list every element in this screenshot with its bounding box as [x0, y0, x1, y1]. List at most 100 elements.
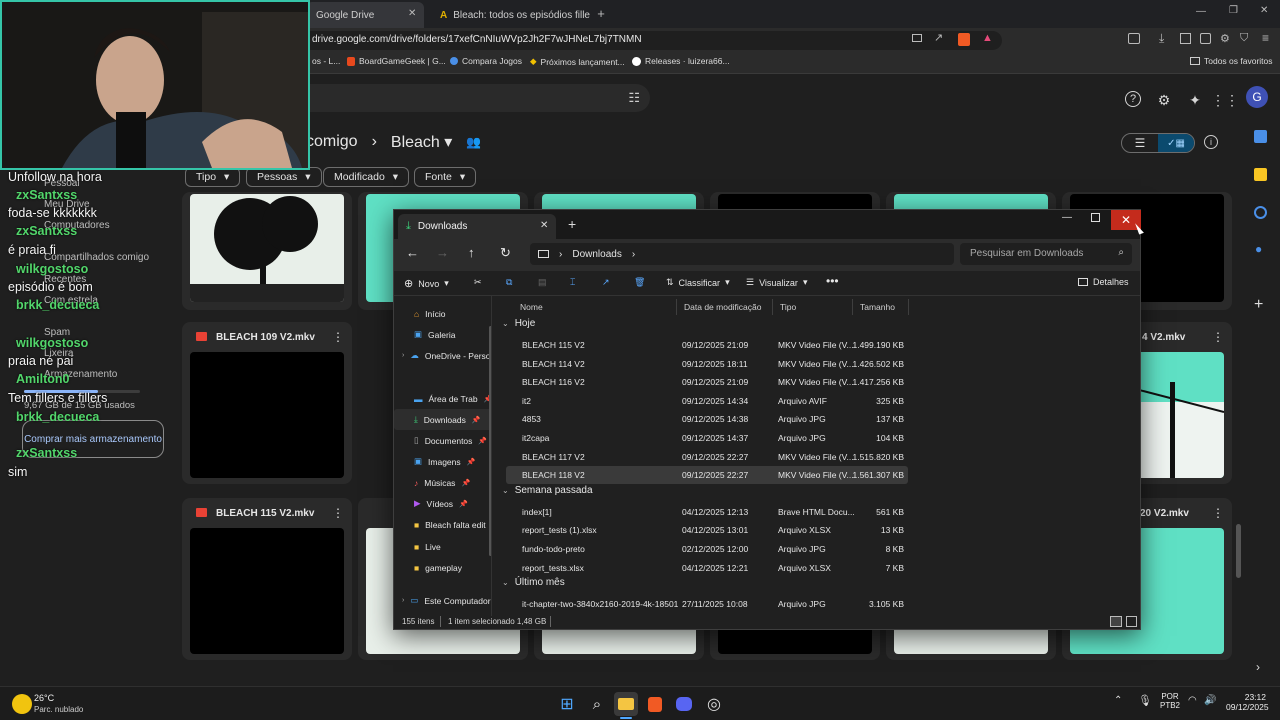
new-tab-icon[interactable]: + [568, 216, 576, 232]
file-card[interactable]: BLEACH 109 V2.mkv ⋮ [182, 322, 352, 484]
nav-item-downloads[interactable]: ⤓ Downloads 📌 [394, 409, 491, 430]
tiles-view-icon[interactable] [1126, 616, 1137, 627]
file-card[interactable] [182, 192, 352, 310]
file-row[interactable]: ▲BLEACH 118 V209/12/2025 22:27MKV Video … [506, 466, 908, 485]
settings-icon[interactable]: ⚙ [1154, 90, 1174, 110]
tab-close-icon[interactable]: ✕ [540, 220, 548, 231]
share-icon[interactable]: ↗ [934, 31, 943, 44]
address-segment[interactable]: Downloads [572, 249, 621, 260]
file-row[interactable]: ▲BLEACH 117 V209/12/2025 22:27MKV Video … [506, 448, 908, 466]
nav-item-music[interactable]: ♪ Músicas 📌 [394, 472, 491, 493]
download-icon[interactable]: ⤓ [1159, 31, 1164, 46]
explorer-address-bar[interactable]: › Downloads › [530, 243, 954, 265]
obs-icon[interactable]: ◎ [702, 692, 726, 716]
more-icon[interactable]: ••• [826, 274, 839, 288]
group-header[interactable]: ⌄ Semana passada [502, 485, 593, 496]
new-tab-icon[interactable]: + [594, 6, 608, 21]
share-icon[interactable]: ↗ [602, 277, 610, 288]
nav-item-onedrive[interactable]: › ☁ OneDrive - Perso [394, 345, 491, 366]
sidebar-icon[interactable] [1180, 33, 1191, 44]
input-language[interactable]: POR PTB2 [1160, 692, 1180, 710]
nav-item-home[interactable]: ⌂ Início [394, 303, 491, 324]
gemini-icon[interactable]: ✦ [1185, 90, 1205, 110]
filter-modified[interactable]: Modificado ▾ [323, 167, 410, 187]
column-divider[interactable] [908, 299, 909, 315]
explorer-tab-downloads[interactable]: ⤓ Downloads ✕ [398, 214, 556, 239]
close-icon[interactable]: ✕ [1260, 5, 1268, 16]
wallet-icon[interactable] [1200, 33, 1211, 44]
group-header[interactable]: ⌄ Último mês [502, 577, 565, 588]
more-options-icon[interactable]: ⋮ [332, 330, 344, 344]
new-button[interactable]: ⊕ Novo ▾ [404, 277, 449, 290]
bookmark-5[interactable]: Releases · luizera66... [632, 56, 730, 66]
clock[interactable]: 23:12 09/12/2025 [1226, 692, 1269, 712]
more-options-icon[interactable]: ⋮ [1212, 330, 1224, 344]
all-favorites[interactable]: Todos os favoritos [1190, 56, 1273, 66]
nav-item-gallery[interactable]: ▣ Galeria [394, 324, 491, 345]
more-options-icon[interactable]: ⋮ [1212, 506, 1224, 520]
start-icon[interactable]: ⊞ [555, 692, 579, 716]
file-row[interactable]: it2 09/12/2025 14:34 Arquivo AVIF 325 KB [506, 392, 908, 410]
bookmark-1[interactable]: os - L... [312, 56, 340, 66]
file-row[interactable]: 4853 09/12/2025 14:38 Arquivo JPG 137 KB [506, 410, 908, 428]
file-explorer-icon[interactable] [614, 692, 638, 716]
file-row[interactable]: ▲BLEACH 114 V209/12/2025 18:11MKV Video … [506, 355, 908, 373]
weather-temp[interactable]: 26°C [34, 693, 54, 703]
explorer-search[interactable]: Pesquisar em Downloads ⌕ [960, 243, 1132, 265]
reader-icon[interactable] [1128, 33, 1140, 44]
chevron-up-icon[interactable]: ⌃ [1114, 695, 1122, 706]
breadcrumb-current[interactable]: Bleach ▾ [391, 132, 452, 152]
tab-close-icon[interactable]: ✕ [408, 8, 416, 19]
file-row[interactable]: report_tests.xlsx 04/12/2025 12:21 Arquivo… [506, 559, 908, 577]
file-row[interactable]: it2capa 09/12/2025 14:37 Arquivo JPG 104 KB [506, 429, 908, 447]
column-divider[interactable] [772, 299, 773, 315]
view-toggle[interactable]: ☰ ✓▦ [1121, 133, 1195, 153]
brave-icon[interactable] [643, 692, 667, 716]
group-header[interactable]: ⌄ Hoje [502, 318, 535, 329]
up-icon[interactable]: ↑ [468, 245, 475, 260]
file-row[interactable]: it-chapter-two-3840x2160-2019-4k-18501 27… [506, 595, 908, 613]
nav-item-videos[interactable]: ▶ Vídeos 📌 [394, 493, 491, 514]
column-header-name[interactable]: Nome [520, 302, 543, 312]
leo-icon[interactable]: ⚙ [1220, 32, 1230, 45]
restore-icon[interactable]: ❐ [1229, 5, 1238, 16]
delete-icon[interactable]: 🗑 [634, 277, 645, 288]
contacts-icon[interactable]: ● [1255, 242, 1262, 256]
filter-people[interactable]: Pessoas ▾ [246, 167, 322, 187]
weather-desc[interactable]: Parc. nublado [34, 705, 83, 714]
minimize-icon[interactable]: — [1062, 212, 1072, 223]
column-divider[interactable] [852, 299, 853, 315]
minimize-icon[interactable]: — [1196, 6, 1206, 17]
grid-view-icon[interactable]: ✓▦ [1158, 134, 1194, 152]
maximize-icon[interactable] [1091, 213, 1100, 222]
add-addon-icon[interactable]: + [1254, 296, 1263, 314]
file-row[interactable]: ▲BLEACH 115 V209/12/2025 21:09MKV Video … [506, 336, 908, 354]
microphone-icon[interactable]: 🎙 [1138, 694, 1152, 707]
file-row[interactable]: report_tests (1).xlsx 04/12/2025 13:01 Arq… [506, 521, 908, 539]
nav-item-folder[interactable]: ■ Bleach falta edit [394, 514, 491, 535]
nav-scrollbar[interactable] [489, 326, 491, 556]
keep-icon[interactable] [1254, 168, 1267, 181]
bookmark-4[interactable]: ◆ Próximos lançament... [530, 56, 625, 67]
copy-icon[interactable]: ⧉ [506, 277, 512, 288]
rename-icon[interactable]: ⌶ [570, 277, 575, 288]
list-view-icon[interactable]: ☰ [1122, 134, 1158, 152]
breadcrumb-parent[interactable]: comigo [306, 133, 358, 151]
apps-grid-icon[interactable]: ⋮⋮ [1211, 90, 1239, 110]
vpn-icon[interactable]: ⛉ [1240, 32, 1248, 45]
volume-icon[interactable]: 🔊 [1204, 695, 1216, 706]
filter-type[interactable]: Tipo ▾ [185, 167, 241, 187]
cut-icon[interactable]: ✂ [474, 277, 482, 288]
column-header-size[interactable]: Tamanho [860, 302, 895, 312]
rewards-icon[interactable]: ▲ [982, 32, 993, 44]
file-card[interactable]: BLEACH 115 V2.mkv ⋮ [182, 498, 352, 660]
file-row[interactable]: ▲BLEACH 116 V209/12/2025 21:09MKV Video … [506, 373, 908, 391]
discord-icon[interactable] [672, 692, 696, 716]
column-divider[interactable] [676, 299, 677, 315]
details-button[interactable]: Detalhes [1078, 277, 1129, 287]
bookmark-2[interactable]: BoardGameGeek | G... [347, 56, 446, 66]
nav-item-folder[interactable]: ■ Live [394, 536, 491, 557]
forward-icon[interactable]: → [436, 245, 449, 260]
tasks-icon[interactable] [1254, 206, 1267, 219]
tab-bleach[interactable]: A Bleach: todos os episódios fillers par [430, 2, 590, 28]
